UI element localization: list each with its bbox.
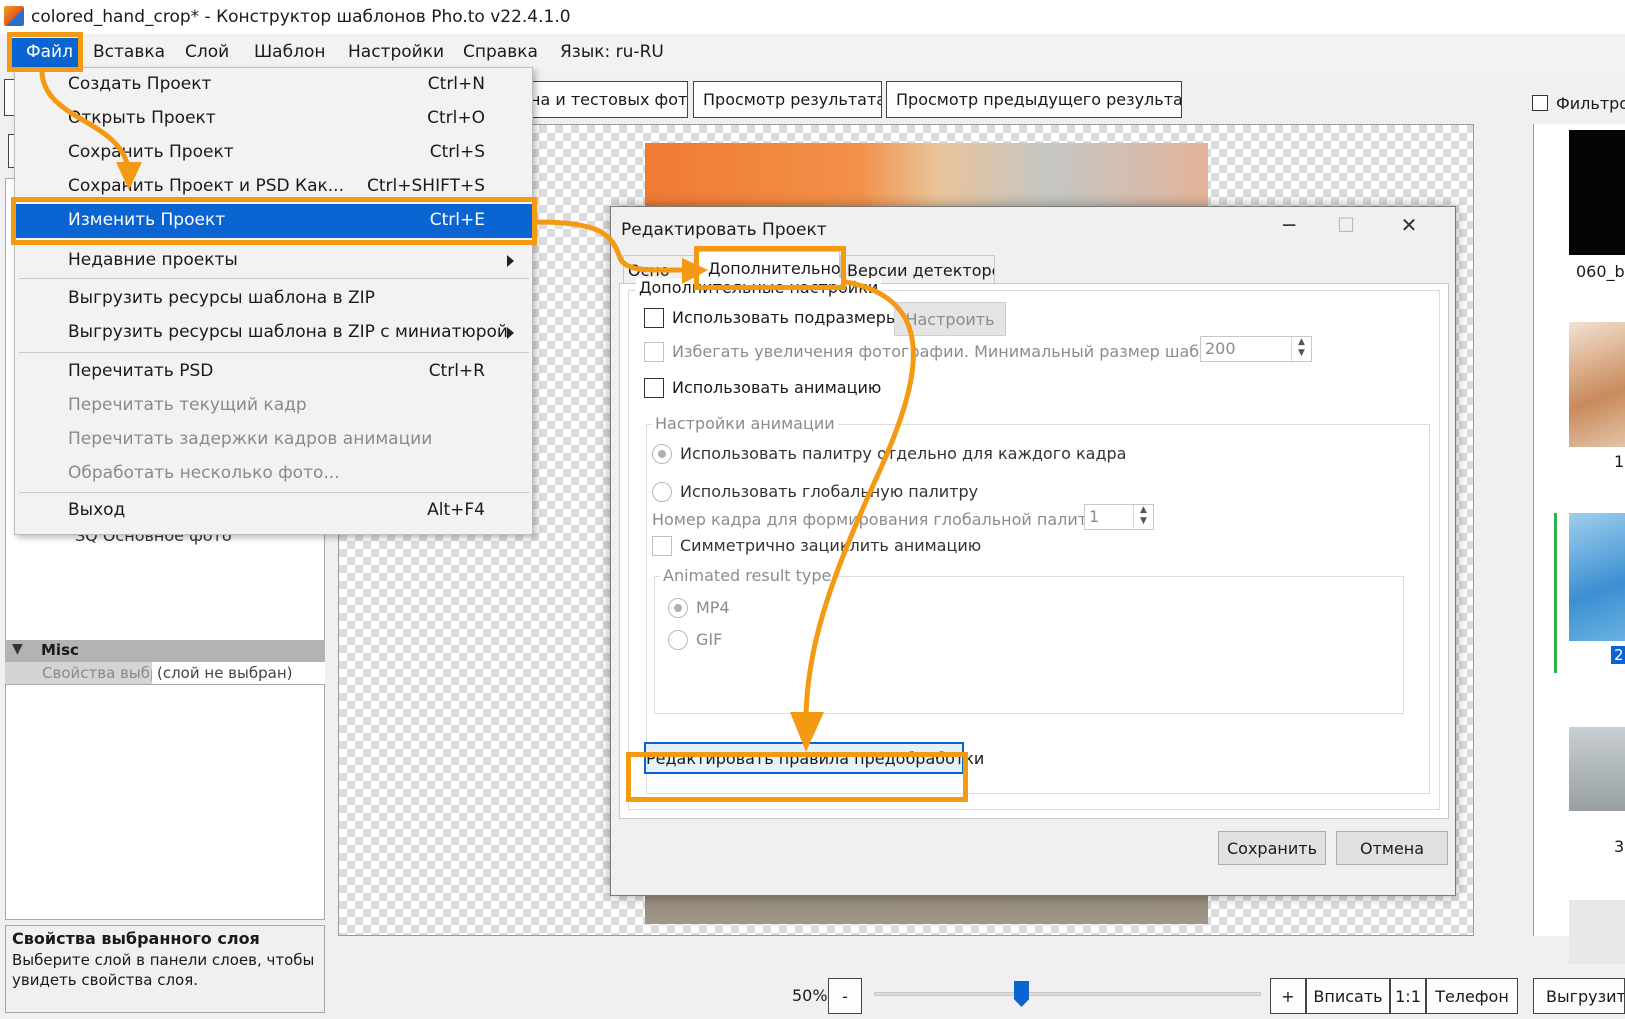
arrow-file-to-edit-path xyxy=(39,69,131,171)
annotation-arrows xyxy=(39,69,916,752)
arrow-head-2-icon xyxy=(682,258,708,284)
arrow-advanced-to-rules-path xyxy=(803,279,916,729)
arrow-edit-to-advanced-path xyxy=(534,219,687,273)
arrow-head-3-icon xyxy=(790,712,824,752)
arrow-head-1-icon xyxy=(116,162,142,190)
